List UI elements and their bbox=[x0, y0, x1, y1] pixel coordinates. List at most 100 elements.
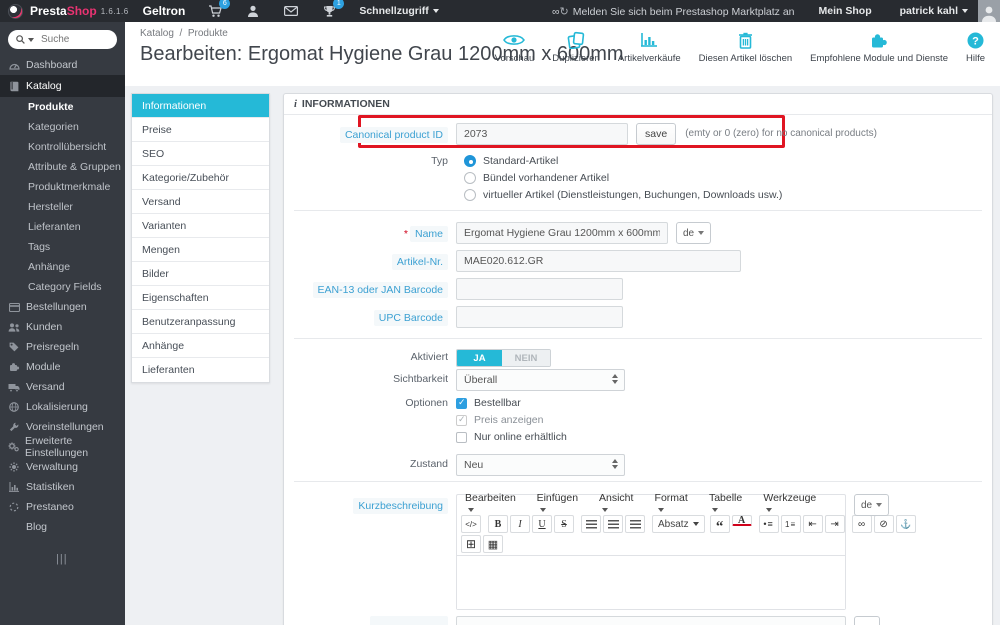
image-icon[interactable] bbox=[483, 535, 503, 553]
breadcrumb-katalog[interactable]: Katalog bbox=[140, 28, 174, 39]
bullet-list-icon[interactable] bbox=[758, 515, 779, 533]
sidebar-item-bestellungen[interactable]: Bestellungen bbox=[0, 297, 125, 317]
tab-bilder[interactable]: Bilder bbox=[132, 262, 269, 286]
prestashop-logo-icon[interactable] bbox=[8, 3, 23, 19]
menu-tabelle[interactable]: Tabelle bbox=[709, 492, 750, 516]
radio-icon[interactable] bbox=[464, 188, 476, 201]
menu-format[interactable]: Format bbox=[655, 492, 696, 516]
italic-icon[interactable]: I bbox=[510, 515, 530, 533]
trophy-icon[interactable]: 1 bbox=[321, 0, 345, 19]
language-dropdown[interactable]: de bbox=[854, 494, 890, 516]
anchor-icon[interactable] bbox=[895, 515, 916, 533]
bold-icon[interactable]: B bbox=[488, 515, 508, 533]
sidebar-item-anhaenge[interactable]: Anhänge bbox=[0, 257, 125, 277]
indent-icon[interactable] bbox=[824, 515, 845, 533]
tab-mengen[interactable]: Mengen bbox=[132, 238, 269, 262]
quick-access-menu[interactable]: Schnellzugriff bbox=[359, 5, 439, 17]
align-left-icon[interactable] bbox=[581, 515, 601, 533]
sidebar-item-produktmerkmale[interactable]: Produktmerkmale bbox=[0, 177, 125, 197]
sidebar-item-lieferanten[interactable]: Lieferanten bbox=[0, 217, 125, 237]
editor-content-area[interactable] bbox=[457, 555, 845, 609]
tab-versand[interactable]: Versand bbox=[132, 190, 269, 214]
breadcrumb-produkte[interactable]: Produkte bbox=[188, 28, 228, 39]
strikethrough-icon[interactable]: S bbox=[554, 515, 574, 533]
checkbox-icon[interactable] bbox=[456, 431, 467, 443]
sidebar-item-verwaltung[interactable]: Verwaltung bbox=[0, 457, 125, 477]
tab-anhaenge[interactable]: Anhänge bbox=[132, 334, 269, 358]
partial-language-dropdown[interactable] bbox=[854, 616, 880, 625]
tab-seo[interactable]: SEO bbox=[132, 142, 269, 166]
align-right-icon[interactable] bbox=[625, 515, 645, 533]
duplicate-button[interactable]: Duplizieren bbox=[543, 29, 609, 64]
toggle-no[interactable]: NEIN bbox=[502, 350, 550, 366]
paragraph-format-select[interactable]: Absatz bbox=[652, 515, 705, 533]
checkbox-preis-anzeigen[interactable]: Preis anzeigen bbox=[456, 414, 567, 426]
save-button[interactable]: save bbox=[636, 123, 677, 145]
my-shop-link[interactable]: Mein Shop bbox=[819, 5, 872, 17]
checkbox-nur-online[interactable]: Nur online erhältlich bbox=[456, 431, 567, 443]
sidebar-item-prestaneo[interactable]: Prestaneo bbox=[0, 497, 125, 517]
cart-icon[interactable]: 6 bbox=[207, 0, 231, 19]
checkbox-bestellbar[interactable]: Bestellbar bbox=[456, 397, 567, 409]
radio-standard-artikel[interactable]: Standard-Artikel bbox=[464, 154, 782, 167]
user-menu[interactable]: patrick kahl bbox=[900, 5, 968, 17]
sidebar-item-blog[interactable]: Blog bbox=[0, 517, 125, 537]
outdent-icon[interactable] bbox=[802, 515, 823, 533]
table-icon[interactable] bbox=[461, 535, 481, 553]
sidebar-search[interactable] bbox=[8, 30, 117, 49]
align-center-icon[interactable] bbox=[603, 515, 623, 533]
partial-editor[interactable] bbox=[456, 616, 846, 625]
text-color-icon[interactable]: A bbox=[731, 515, 752, 526]
blockquote-icon[interactable] bbox=[709, 515, 730, 533]
ean-input[interactable] bbox=[456, 278, 623, 300]
sidebar-item-lokalisierung[interactable]: Lokalisierung bbox=[0, 397, 125, 417]
sidebar-item-versand[interactable]: Versand bbox=[0, 377, 125, 397]
sidebar-item-attribute-gruppen[interactable]: Attribute & Gruppen bbox=[0, 157, 125, 177]
sidebar-item-module[interactable]: Module bbox=[0, 357, 125, 377]
active-toggle[interactable]: JA NEIN bbox=[456, 349, 551, 367]
sidebar-item-katalog[interactable]: Katalog bbox=[0, 75, 125, 97]
sidebar-item-tags[interactable]: Tags bbox=[0, 237, 125, 257]
code-icon[interactable] bbox=[461, 515, 481, 533]
delete-product-button[interactable]: Diesen Artikel löschen bbox=[690, 29, 801, 64]
tab-eigenschaften[interactable]: Eigenschaften bbox=[132, 286, 269, 310]
language-dropdown[interactable]: de bbox=[676, 222, 712, 244]
sidebar-collapse-handle[interactable]: ||| bbox=[56, 553, 125, 565]
radio-icon[interactable] bbox=[464, 171, 476, 184]
marketplace-link[interactable]: ↻Melden Sie sich beim Prestashop Marktpl… bbox=[552, 5, 795, 18]
name-input[interactable] bbox=[456, 222, 668, 244]
underline-icon[interactable]: U bbox=[532, 515, 552, 533]
sidebar-item-voreinstellungen[interactable]: Voreinstellungen bbox=[0, 417, 125, 437]
sidebar-item-statistiken[interactable]: Statistiken bbox=[0, 477, 125, 497]
sidebar-item-erweiterte-einstellungen[interactable]: Erweiterte Einstellungen bbox=[0, 435, 125, 459]
visibility-select[interactable]: Überall bbox=[456, 369, 625, 391]
checkbox-icon[interactable] bbox=[456, 414, 467, 426]
tab-preise[interactable]: Preise bbox=[132, 118, 269, 142]
link-icon[interactable] bbox=[851, 515, 872, 533]
condition-select[interactable]: Neu bbox=[456, 454, 625, 476]
search-input[interactable] bbox=[41, 34, 101, 45]
tab-informationen[interactable]: Informationen bbox=[132, 94, 269, 118]
radio-icon[interactable] bbox=[464, 154, 476, 167]
envelope-icon[interactable] bbox=[283, 3, 299, 19]
chevron-down-icon[interactable] bbox=[28, 37, 34, 42]
tab-benutzeranpassung[interactable]: Benutzeranpassung bbox=[132, 310, 269, 334]
menu-bearbeiten[interactable]: Bearbeiten bbox=[465, 492, 524, 516]
menu-ansicht[interactable]: Ansicht bbox=[599, 492, 642, 516]
radio-virtueller-artikel[interactable]: virtueller Artikel (Dienstleistungen, Bu… bbox=[464, 188, 782, 201]
numbered-list-icon[interactable] bbox=[780, 515, 801, 533]
sidebar-item-hersteller[interactable]: Hersteller bbox=[0, 197, 125, 217]
sidebar-item-kategorien[interactable]: Kategorien bbox=[0, 117, 125, 137]
shop-name[interactable]: Geltron bbox=[143, 4, 186, 18]
sidebar-item-kunden[interactable]: Kunden bbox=[0, 317, 125, 337]
sidebar-item-produkte[interactable]: Produkte bbox=[0, 97, 125, 117]
sidebar-item-category-fields[interactable]: Category Fields bbox=[0, 277, 125, 297]
sidebar-item-preisregeln[interactable]: Preisregeln bbox=[0, 337, 125, 357]
help-button[interactable]: ? Hilfe bbox=[957, 29, 994, 64]
menu-einfuegen[interactable]: Einfügen bbox=[537, 492, 586, 516]
unlink-icon[interactable] bbox=[873, 515, 894, 533]
reference-input[interactable] bbox=[456, 250, 741, 272]
toggle-yes[interactable]: JA bbox=[457, 350, 502, 366]
upc-input[interactable] bbox=[456, 306, 623, 328]
brand-name[interactable]: PrestaShop bbox=[30, 4, 97, 18]
